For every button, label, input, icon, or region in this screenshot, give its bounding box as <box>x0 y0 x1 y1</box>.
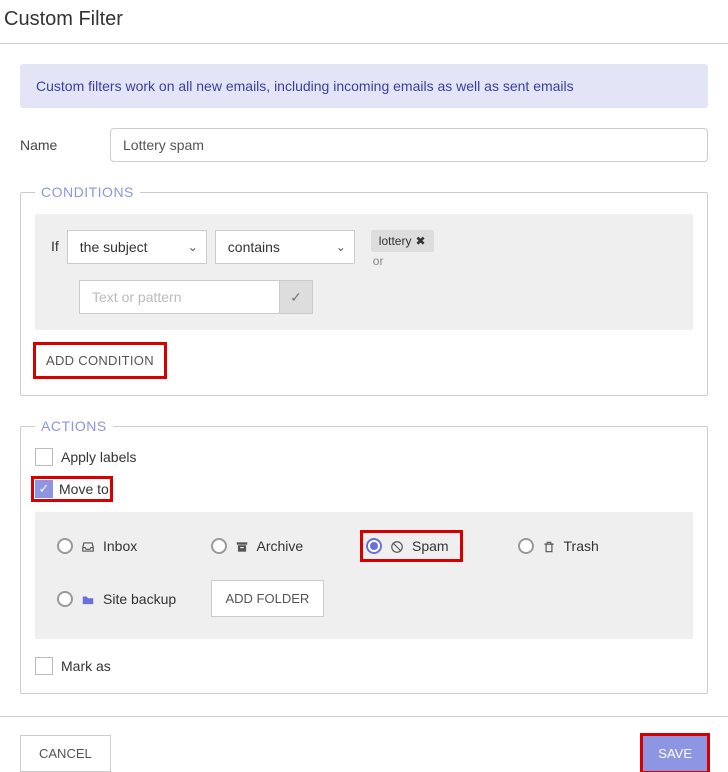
save-button[interactable]: SAVE <box>642 735 708 772</box>
folder-label: Site backup <box>103 591 176 607</box>
conditions-panel: CONDITIONS If the subject ⌄ contains ⌄ l… <box>20 184 708 396</box>
trash-icon <box>542 538 556 554</box>
conditions-legend: CONDITIONS <box>35 184 140 200</box>
folder-label: Inbox <box>103 538 137 554</box>
apply-labels-option[interactable]: Apply labels <box>35 448 693 466</box>
checkbox-icon <box>35 448 53 466</box>
radio-icon <box>57 591 73 607</box>
checkbox-icon <box>35 657 53 675</box>
ban-icon <box>390 538 404 554</box>
folder-label: Spam <box>412 538 449 554</box>
radio-icon <box>366 538 382 554</box>
pattern-input[interactable] <box>79 280 279 314</box>
field-select-value: the subject <box>80 239 148 255</box>
divider <box>0 43 728 44</box>
folder-label: Trash <box>564 538 599 554</box>
info-banner: Custom filters work on all new emails, i… <box>20 64 708 108</box>
actions-panel: ACTIONS Apply labels ✓ Move to <box>20 418 708 694</box>
condition-tag[interactable]: lottery ✖ <box>371 230 434 252</box>
check-icon: ✓ <box>290 289 302 306</box>
folder-option-backup[interactable]: Site backup <box>57 580 176 617</box>
name-label: Name <box>20 137 110 153</box>
mark-as-option[interactable]: Mark as <box>35 657 693 675</box>
folder-option-inbox[interactable]: Inbox <box>57 534 137 558</box>
if-label: If <box>51 230 59 254</box>
mark-as-label: Mark as <box>61 658 111 674</box>
folder-icon <box>81 591 95 607</box>
cancel-button[interactable]: CANCEL <box>20 735 111 772</box>
chevron-down-icon: ⌄ <box>188 240 198 254</box>
inbox-icon <box>81 538 95 554</box>
close-icon[interactable]: ✖ <box>415 234 425 248</box>
apply-labels-label: Apply labels <box>61 449 137 465</box>
dialog-title: Custom Filter <box>0 0 728 43</box>
move-to-option[interactable]: ✓ Move to <box>35 480 109 498</box>
chevron-down-icon: ⌄ <box>336 240 346 254</box>
folder-option-spam[interactable]: Spam <box>364 534 459 558</box>
checkbox-icon: ✓ <box>35 480 53 498</box>
move-to-label: Move to <box>59 481 109 497</box>
folder-option-archive[interactable]: Archive <box>211 534 304 558</box>
add-condition-button[interactable]: ADD CONDITION <box>35 344 165 377</box>
folders-box: Inbox Archive Spam <box>35 512 693 639</box>
match-select-value: contains <box>228 239 280 255</box>
radio-icon <box>518 538 534 554</box>
name-input[interactable] <box>110 128 708 162</box>
or-label: or <box>371 254 434 268</box>
match-select[interactable]: contains ⌄ <box>215 230 355 264</box>
folder-label: Archive <box>257 538 304 554</box>
radio-icon <box>57 538 73 554</box>
archive-icon <box>235 538 249 554</box>
condition-block: If the subject ⌄ contains ⌄ lottery ✖ <box>35 214 693 330</box>
condition-tag-text: lottery <box>379 234 412 248</box>
radio-icon <box>211 538 227 554</box>
folder-option-trash[interactable]: Trash <box>518 534 599 558</box>
confirm-pattern-button[interactable]: ✓ <box>279 280 313 314</box>
add-folder-button[interactable]: ADD FOLDER <box>211 580 325 617</box>
field-select[interactable]: the subject ⌄ <box>67 230 207 264</box>
actions-legend: ACTIONS <box>35 418 113 434</box>
